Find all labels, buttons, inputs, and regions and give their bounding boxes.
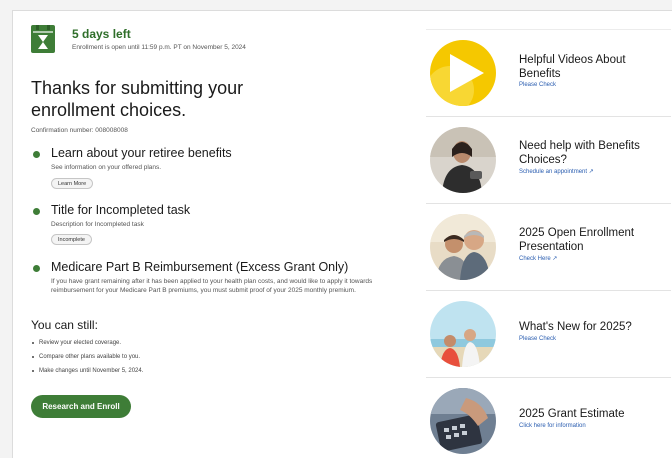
enrollment-deadline-note: Enrollment is open until 11:59 p.m. PT o… [72, 44, 246, 51]
card-whats-new[interactable]: What's New for 2025? Please Check [426, 290, 671, 377]
couple-photo [430, 214, 496, 280]
card-helpful-videos[interactable]: Helpful Videos About Benefits Please Che… [426, 29, 671, 116]
card-title: 2025 Open Enrollment Presentation [519, 227, 635, 253]
green-bullet-icon [33, 265, 40, 272]
calculator-photo [430, 388, 496, 454]
card-link[interactable]: Click here for information [519, 423, 586, 429]
you-can-still-heading: You can still: [31, 318, 98, 332]
learn-more-button[interactable]: Learn More [51, 178, 94, 189]
card-title: What's New for 2025? [519, 321, 632, 333]
beach-couple-photo [430, 301, 496, 367]
confirmation-number: Confirmation number: 008008008 [31, 127, 128, 134]
card-title: Need help with Benefits Choices? [519, 140, 640, 166]
external-link-icon: ↗ [588, 169, 594, 175]
card-link[interactable]: Check Here ↗ [519, 255, 557, 262]
task-description: Description for Incompleted task [51, 221, 144, 228]
incomplete-button[interactable]: Incomplete [51, 234, 92, 245]
card-open-enrollment-presentation[interactable]: 2025 Open Enrollment Presentation Check … [426, 203, 671, 290]
green-bullet-icon [33, 208, 40, 215]
card-link[interactable]: Schedule an appointment ↗ [519, 168, 594, 175]
task-description: See information on your offered plans. [51, 164, 162, 171]
task-description: If you have grant remaining after it has… [51, 278, 373, 294]
task-title: Medicare Part B Reimbursement (Excess Gr… [51, 260, 349, 274]
page-frame: 5 days left Enrollment is open until 11:… [12, 10, 672, 458]
research-and-enroll-button[interactable]: Research and Enroll [31, 395, 131, 418]
external-link-icon: ↗ [552, 256, 558, 262]
green-bullet-icon [33, 151, 40, 158]
card-title: Helpful Videos About Benefits [519, 54, 626, 80]
card-title: 2025 Grant Estimate [519, 408, 625, 420]
support-agent-photo [430, 127, 496, 193]
card-link[interactable]: Please Check [519, 82, 556, 88]
list-item: Review your elected coverage. [31, 336, 143, 350]
task-title: Title for Incompleted task [51, 203, 191, 217]
hourglass-calendar-icon [31, 25, 55, 53]
card-benefits-help[interactable]: Need help with Benefits Choices? Schedul… [426, 116, 671, 203]
days-left: 5 days left [72, 27, 131, 41]
task-title: Learn about your retiree benefits [51, 146, 232, 160]
list-item: Make changes until November 5, 2024. [31, 364, 143, 378]
list-item: Compare other plans available to you. [31, 350, 143, 364]
deadline-banner: 5 days left Enrollment is open until 11:… [31, 23, 403, 59]
card-link[interactable]: Please Check [519, 336, 556, 342]
you-can-still-list: Review your elected coverage. Compare ot… [31, 336, 143, 378]
card-grant-estimate[interactable]: 2025 Grant Estimate Click here for infor… [426, 377, 671, 458]
enrollment-summary: 5 days left Enrollment is open until 11:… [31, 23, 403, 418]
video-play-thumbnail [430, 40, 496, 106]
page-title: Thanks for submitting your enrollment ch… [31, 78, 244, 120]
